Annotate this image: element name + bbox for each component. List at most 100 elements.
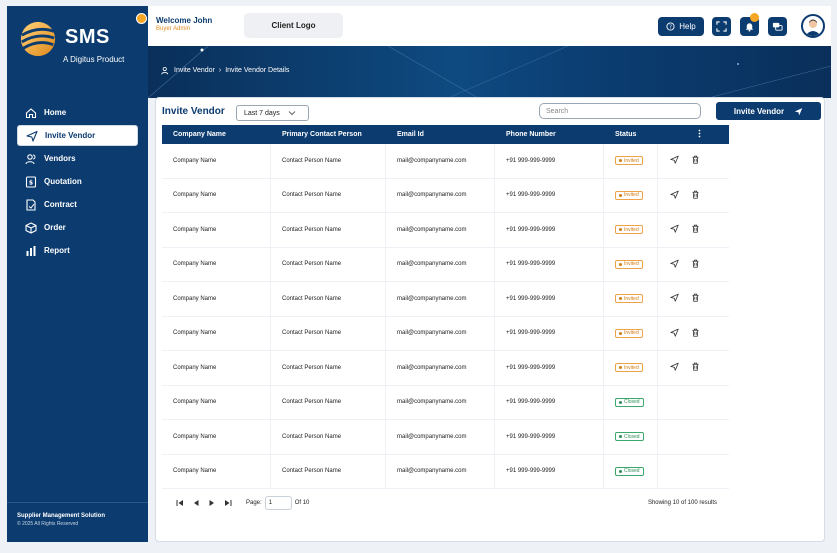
- next-page-button[interactable]: [205, 497, 218, 510]
- sidebar-item-vendors[interactable]: Vendors: [17, 148, 138, 169]
- resend-invite-button[interactable]: [670, 293, 679, 304]
- page-title: Invite Vendor: [162, 106, 225, 117]
- column-menu[interactable]: [658, 129, 717, 140]
- contact-person-cell: Contact Person Name: [271, 316, 386, 350]
- invite-vendor-button[interactable]: Invite Vendor: [716, 102, 821, 120]
- resend-invite-button[interactable]: [670, 190, 679, 201]
- delete-button[interactable]: [691, 328, 700, 339]
- sidebar-item-report[interactable]: Report: [17, 240, 138, 261]
- resend-icon: [670, 259, 679, 268]
- resend-invite-button[interactable]: [670, 328, 679, 339]
- status-cell: Invited: [604, 213, 658, 247]
- row-actions: [658, 248, 717, 282]
- date-range-select[interactable]: Last 7 days: [236, 105, 309, 121]
- last-page-button[interactable]: [221, 497, 234, 510]
- sidebar-item-invite-vendor[interactable]: Invite Vendor: [17, 125, 138, 146]
- page-number-input[interactable]: 1: [264, 496, 292, 510]
- trash-icon: [692, 155, 699, 164]
- delete-button[interactable]: [691, 224, 700, 235]
- help-button[interactable]: ? Help: [658, 17, 704, 36]
- sidebar-collapse-toggle[interactable]: [136, 13, 147, 24]
- table-row[interactable]: Company Name Contact Person Name mail@co…: [162, 144, 729, 179]
- company-name-cell: Company Name: [162, 144, 271, 178]
- status-dot: [619, 262, 622, 266]
- first-page-button[interactable]: [173, 497, 186, 510]
- prev-page-button[interactable]: [189, 497, 202, 510]
- sidebar-item-label: Report: [44, 246, 70, 255]
- contact-person-cell: Contact Person Name: [271, 282, 386, 316]
- status-cell: Invited: [604, 178, 658, 212]
- fullscreen-button[interactable]: [712, 17, 731, 36]
- resend-invite-button[interactable]: [670, 362, 679, 373]
- delete-button[interactable]: [691, 362, 700, 373]
- trash-icon: [692, 362, 699, 371]
- phone-cell: +91 999-999-9999: [495, 385, 604, 419]
- welcome-text: Welcome John: [156, 16, 213, 25]
- status-badge: Invited: [615, 363, 643, 373]
- table-row[interactable]: Company Name Contact Person Name mail@co…: [162, 351, 729, 386]
- resend-invite-button[interactable]: [670, 224, 679, 235]
- users-icon: [25, 153, 37, 165]
- chevron-right-icon: ›: [218, 67, 222, 74]
- sms-logo-icon: [20, 21, 56, 57]
- delete-button[interactable]: [691, 293, 700, 304]
- status-label: Invited: [624, 261, 639, 268]
- row-actions: [658, 317, 717, 351]
- column-header-status[interactable]: Status: [604, 131, 658, 138]
- breadcrumb-item-invite-vendor[interactable]: Invite Vendor: [174, 67, 215, 74]
- trash-icon: [692, 224, 699, 233]
- sidebar-item-home[interactable]: Home: [17, 102, 138, 123]
- status-badge: Invited: [615, 190, 643, 200]
- status-dot: [619, 435, 622, 439]
- user-avatar[interactable]: [801, 14, 825, 38]
- contact-person-cell: Contact Person Name: [271, 351, 386, 385]
- table-row[interactable]: Company Name Contact Person Name mail@co…: [162, 420, 729, 455]
- status-badge: Invited: [615, 259, 643, 269]
- search-input[interactable]: Search: [539, 103, 701, 119]
- resend-invite-button[interactable]: [670, 155, 679, 166]
- column-header-email[interactable]: Email Id: [386, 131, 495, 138]
- delete-button[interactable]: [691, 259, 700, 270]
- resend-invite-button[interactable]: [670, 259, 679, 270]
- row-actions: [658, 144, 717, 178]
- row-actions: [658, 213, 717, 247]
- resend-icon: [670, 155, 679, 164]
- bell-icon: [745, 23, 754, 32]
- phone-cell: +91 999-999-9999: [495, 213, 604, 247]
- table-row[interactable]: Company Name Contact Person Name mail@co…: [162, 385, 729, 420]
- notifications-button[interactable]: [740, 13, 759, 36]
- delete-button[interactable]: [691, 155, 700, 166]
- status-dot: [619, 331, 622, 335]
- brand-logo[interactable]: SMS A Digitus Product: [17, 18, 137, 64]
- table-row[interactable]: Company Name Contact Person Name mail@co…: [162, 247, 729, 282]
- delete-button[interactable]: [691, 190, 700, 201]
- email-cell: mail@companyname.com: [386, 351, 495, 385]
- status-cell: Closed: [604, 454, 658, 488]
- column-header-company[interactable]: Company Name: [162, 131, 271, 138]
- status-dot: [619, 159, 622, 163]
- table-row[interactable]: Company Name Contact Person Name mail@co…: [162, 213, 729, 248]
- fullscreen-icon: [716, 21, 727, 32]
- status-label: Invited: [624, 330, 639, 337]
- company-name-cell: Company Name: [162, 454, 271, 488]
- column-header-contact[interactable]: Primary Contact Person: [271, 131, 386, 138]
- table-row[interactable]: Company Name Contact Person Name mail@co…: [162, 316, 729, 351]
- sidebar-item-quotation[interactable]: $ Quotation: [17, 171, 138, 192]
- column-header-phone[interactable]: Phone Number: [495, 131, 604, 138]
- row-actions: [658, 179, 717, 213]
- status-badge: Invited: [615, 156, 643, 166]
- sidebar-item-contract[interactable]: Contract: [17, 194, 138, 215]
- status-badge: Invited: [615, 328, 643, 338]
- messages-button[interactable]: [768, 17, 787, 36]
- table-row[interactable]: Company Name Contact Person Name mail@co…: [162, 178, 729, 213]
- phone-cell: +91 999-999-9999: [495, 454, 604, 488]
- table-header: Company Name Primary Contact Person Emai…: [162, 125, 729, 144]
- table-row[interactable]: Company Name Contact Person Name mail@co…: [162, 454, 729, 489]
- status-badge: Closed: [615, 432, 644, 442]
- sidebar-item-order[interactable]: Order: [17, 217, 138, 238]
- page-total: Of 10: [294, 500, 310, 506]
- breadcrumb-item-current: Invite Vendor Details: [225, 67, 290, 74]
- contract-icon: [25, 198, 37, 211]
- phone-cell: +91 999-999-9999: [495, 316, 604, 350]
- table-row[interactable]: Company Name Contact Person Name mail@co…: [162, 282, 729, 317]
